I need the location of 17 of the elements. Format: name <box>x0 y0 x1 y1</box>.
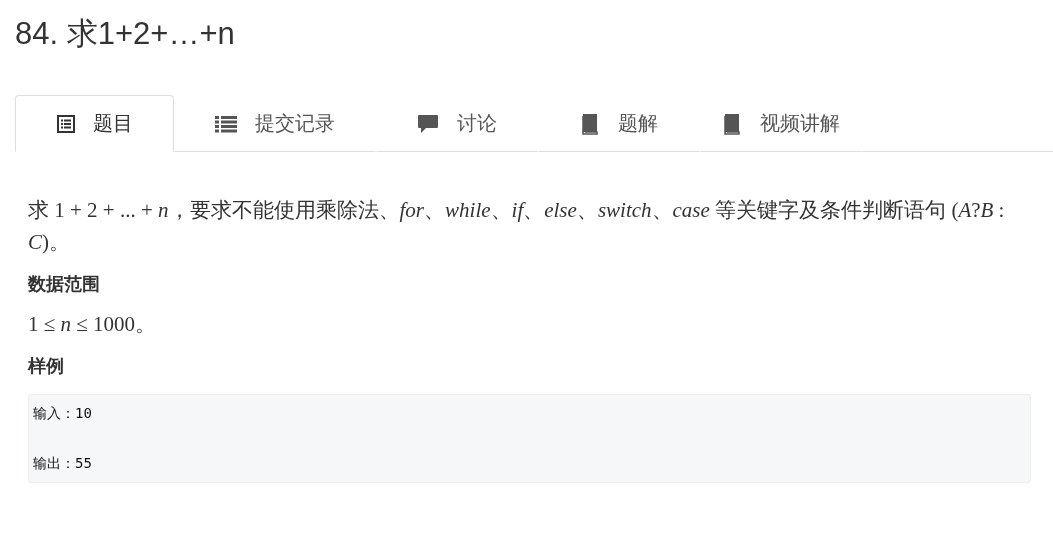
constraint-text: 1 ≤ n ≤ 1000。 <box>28 311 158 338</box>
section-heading: 样例 <box>28 355 65 378</box>
tab[interactable]: 视频讲解 <box>700 95 862 152</box>
tab[interactable]: 讨论 <box>376 95 538 152</box>
tab[interactable]: 题目 <box>15 95 174 152</box>
tab[interactable]: 提交记录 <box>174 95 376 152</box>
problem-description: 求 1 + 2 + ... + n，要求不能使用乘除法、for、while、if、else、switch、case 等关键字及条件判断语句 (A?B : C)。 <box>28 197 1006 256</box>
section-heading: 数据范围 <box>28 273 101 296</box>
sample-line: 输入：10 <box>33 404 92 423</box>
sample-line: 输出：55 <box>33 454 92 473</box>
tab[interactable]: 题解 <box>538 95 700 152</box>
comment-icon <box>417 113 439 134</box>
list-icon <box>215 114 237 133</box>
document-icon <box>56 114 75 133</box>
problem-title: 84. 求1+2+…+n <box>15 15 236 53</box>
book-icon <box>722 112 742 135</box>
book-icon <box>580 112 600 135</box>
